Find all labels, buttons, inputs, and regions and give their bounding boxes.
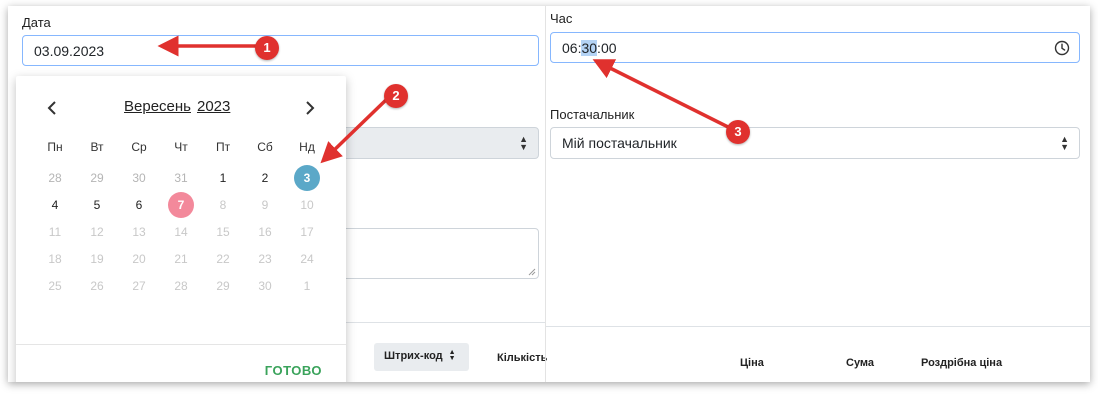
annotation-arrow-3 [592, 59, 731, 130]
annotation-badge-3: 3 [726, 120, 750, 144]
annotation-badge-1: 1 [255, 36, 279, 60]
annotation-badge-2: 2 [384, 84, 408, 108]
annotation-arrows [157, 35, 731, 164]
form-window: Дата 03.09.2023 ▲ ▼ Штрих-код ▲ ▼ Кількість… [8, 6, 1090, 382]
annotation-arrow-2 [320, 96, 390, 164]
